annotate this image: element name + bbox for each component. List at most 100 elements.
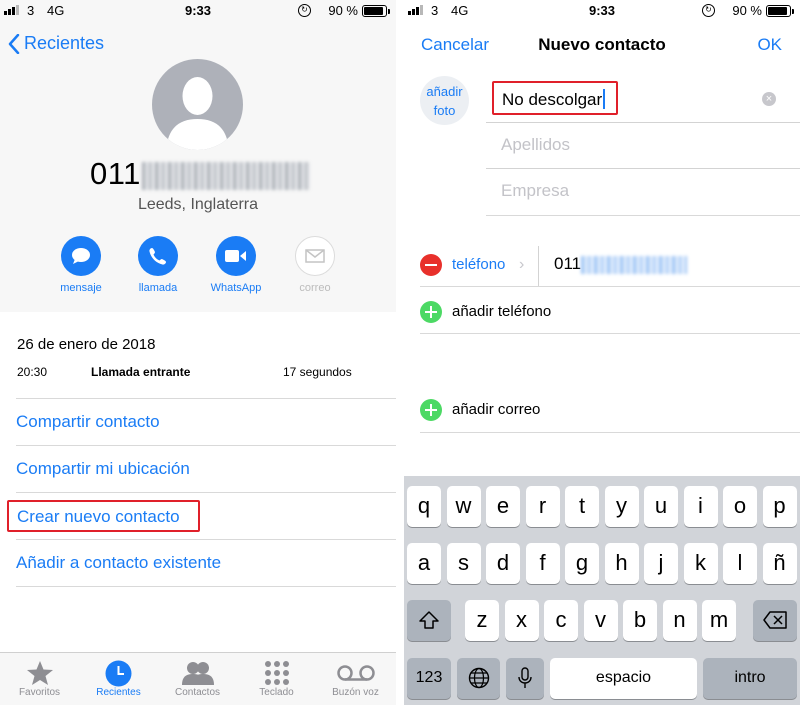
divider — [16, 492, 396, 493]
avatar — [152, 59, 243, 150]
letter-key[interactable]: d — [486, 543, 520, 584]
letter-key[interactable]: m — [702, 600, 736, 641]
letter-key[interactable]: y — [604, 486, 639, 527]
letter-key[interactable]: n — [662, 600, 697, 641]
new-contact-screen: 3 4G 9:33 ↻ 90 % Cancelar Nuevo contacto… — [404, 0, 800, 705]
message-action[interactable]: mensaje — [41, 236, 121, 294]
add-email-button[interactable]: añadir correo — [452, 401, 540, 418]
letter-key[interactable]: v — [583, 600, 618, 641]
phone-label-selector[interactable]: teléfono — [452, 256, 505, 273]
chevron-left-icon — [8, 33, 20, 54]
tab-teclado[interactable]: Teclado — [237, 659, 316, 698]
divider — [420, 333, 800, 334]
call-duration: 17 segundos — [283, 365, 352, 379]
letter-key[interactable]: e — [486, 486, 520, 527]
dictation-key[interactable] — [506, 658, 544, 699]
redacted-number-blur — [141, 161, 310, 190]
letter-key[interactable]: q — [407, 486, 441, 527]
tab-favoritos[interactable]: Favoritos — [0, 659, 79, 698]
tab-label: Buzón voz — [332, 687, 379, 698]
battery-percent: 90 % — [328, 3, 358, 18]
tab-recientes[interactable]: Recientes — [79, 659, 158, 698]
clock-icon — [105, 660, 132, 686]
space-key[interactable]: espacio — [550, 658, 697, 699]
tab-label: Teclado — [259, 687, 294, 698]
create-new-contact-link[interactable]: Crear nuevo contacto — [7, 500, 200, 532]
letter-key[interactable]: t — [565, 486, 599, 527]
tab-label: Recientes — [96, 687, 141, 698]
clear-text-icon[interactable]: × — [762, 92, 776, 106]
letter-key[interactable]: f — [525, 543, 560, 584]
message-icon — [61, 236, 101, 276]
divider — [16, 586, 396, 587]
name-input[interactable]: No descolgar — [492, 81, 618, 115]
status-bar: 3 4G 9:33 ↻ 90 % — [0, 0, 396, 22]
contacts-icon — [181, 662, 214, 685]
keypad-icon — [264, 661, 289, 685]
tab-buzon-voz[interactable]: Buzón voz — [316, 659, 395, 698]
star-icon — [26, 661, 53, 685]
letter-key[interactable]: p — [762, 486, 797, 527]
letter-key[interactable]: i — [683, 486, 718, 527]
letter-key[interactable]: o — [723, 486, 757, 527]
call-action[interactable]: llamada — [118, 236, 198, 294]
numbers-key[interactable]: 123 — [407, 658, 451, 699]
lastname-field[interactable]: Apellidos — [486, 123, 800, 169]
keyboard: qwertyuiop asdfghjklñ zxcvbnm 123 espaci… — [404, 476, 800, 705]
letter-key[interactable]: j — [644, 543, 678, 584]
screen-gap — [396, 0, 404, 705]
add-to-existing-contact-link[interactable]: Añadir a contacto existente — [16, 553, 221, 573]
add-photo-label-2: foto — [433, 103, 456, 118]
delete-key[interactable] — [753, 600, 797, 641]
back-button[interactable]: Recientes — [8, 33, 104, 54]
letter-key[interactable]: r — [525, 486, 560, 527]
add-email-icon[interactable] — [420, 399, 442, 421]
phone-prefix: 011 — [554, 254, 582, 273]
company-field[interactable]: Empresa — [486, 169, 800, 215]
letter-key[interactable]: g — [565, 543, 599, 584]
shift-key[interactable] — [407, 600, 451, 641]
letter-key[interactable]: z — [465, 600, 499, 641]
letter-key[interactable]: b — [623, 600, 657, 641]
shift-icon — [419, 611, 439, 629]
tab-label: Contactos — [174, 687, 221, 698]
letter-key[interactable]: a — [407, 543, 441, 584]
microphone-icon — [518, 667, 532, 688]
share-location-link[interactable]: Compartir mi ubicación — [16, 459, 190, 479]
letter-key[interactable]: x — [504, 600, 539, 641]
add-phone-button[interactable]: añadir teléfono — [452, 303, 551, 320]
letter-key[interactable]: u — [644, 486, 678, 527]
call-type: Llamada entrante — [91, 365, 191, 379]
letter-key[interactable]: w — [446, 486, 481, 527]
phone-number: 011 — [90, 156, 310, 192]
mail-action: correo — [275, 236, 355, 294]
voicemail-icon — [336, 665, 375, 681]
letter-key[interactable]: k — [683, 543, 718, 584]
letter-key[interactable]: h — [604, 543, 639, 584]
add-phone-icon[interactable] — [420, 301, 442, 323]
whatsapp-action[interactable]: WhatsApp — [196, 236, 276, 294]
name-value: No descolgar — [502, 90, 603, 109]
vertical-divider — [538, 246, 539, 286]
divider — [420, 286, 800, 287]
globe-key[interactable] — [457, 658, 500, 699]
phone-input[interactable]: 011 — [554, 254, 688, 274]
share-contact-link[interactable]: Compartir contacto — [16, 412, 160, 432]
letter-key[interactable]: l — [723, 543, 757, 584]
call-label: llamada — [138, 282, 178, 294]
backspace-icon — [763, 611, 787, 629]
person-silhouette-icon — [166, 77, 229, 150]
letter-key[interactable]: s — [446, 543, 481, 584]
ok-button[interactable]: OK — [757, 35, 782, 55]
redacted-number-blur — [581, 255, 688, 274]
letter-key[interactable]: ñ — [762, 543, 797, 584]
enter-key[interactable]: intro — [703, 658, 797, 699]
back-label: Recientes — [24, 33, 105, 53]
phone-number-prefix: 011 — [90, 156, 141, 191]
tab-contactos[interactable]: Contactos — [158, 659, 237, 698]
add-photo-button[interactable]: añadir foto — [420, 76, 469, 125]
letter-key[interactable]: c — [544, 600, 578, 641]
divider — [420, 432, 800, 433]
remove-phone-icon[interactable] — [420, 254, 442, 276]
call-time: 20:30 — [17, 365, 48, 379]
